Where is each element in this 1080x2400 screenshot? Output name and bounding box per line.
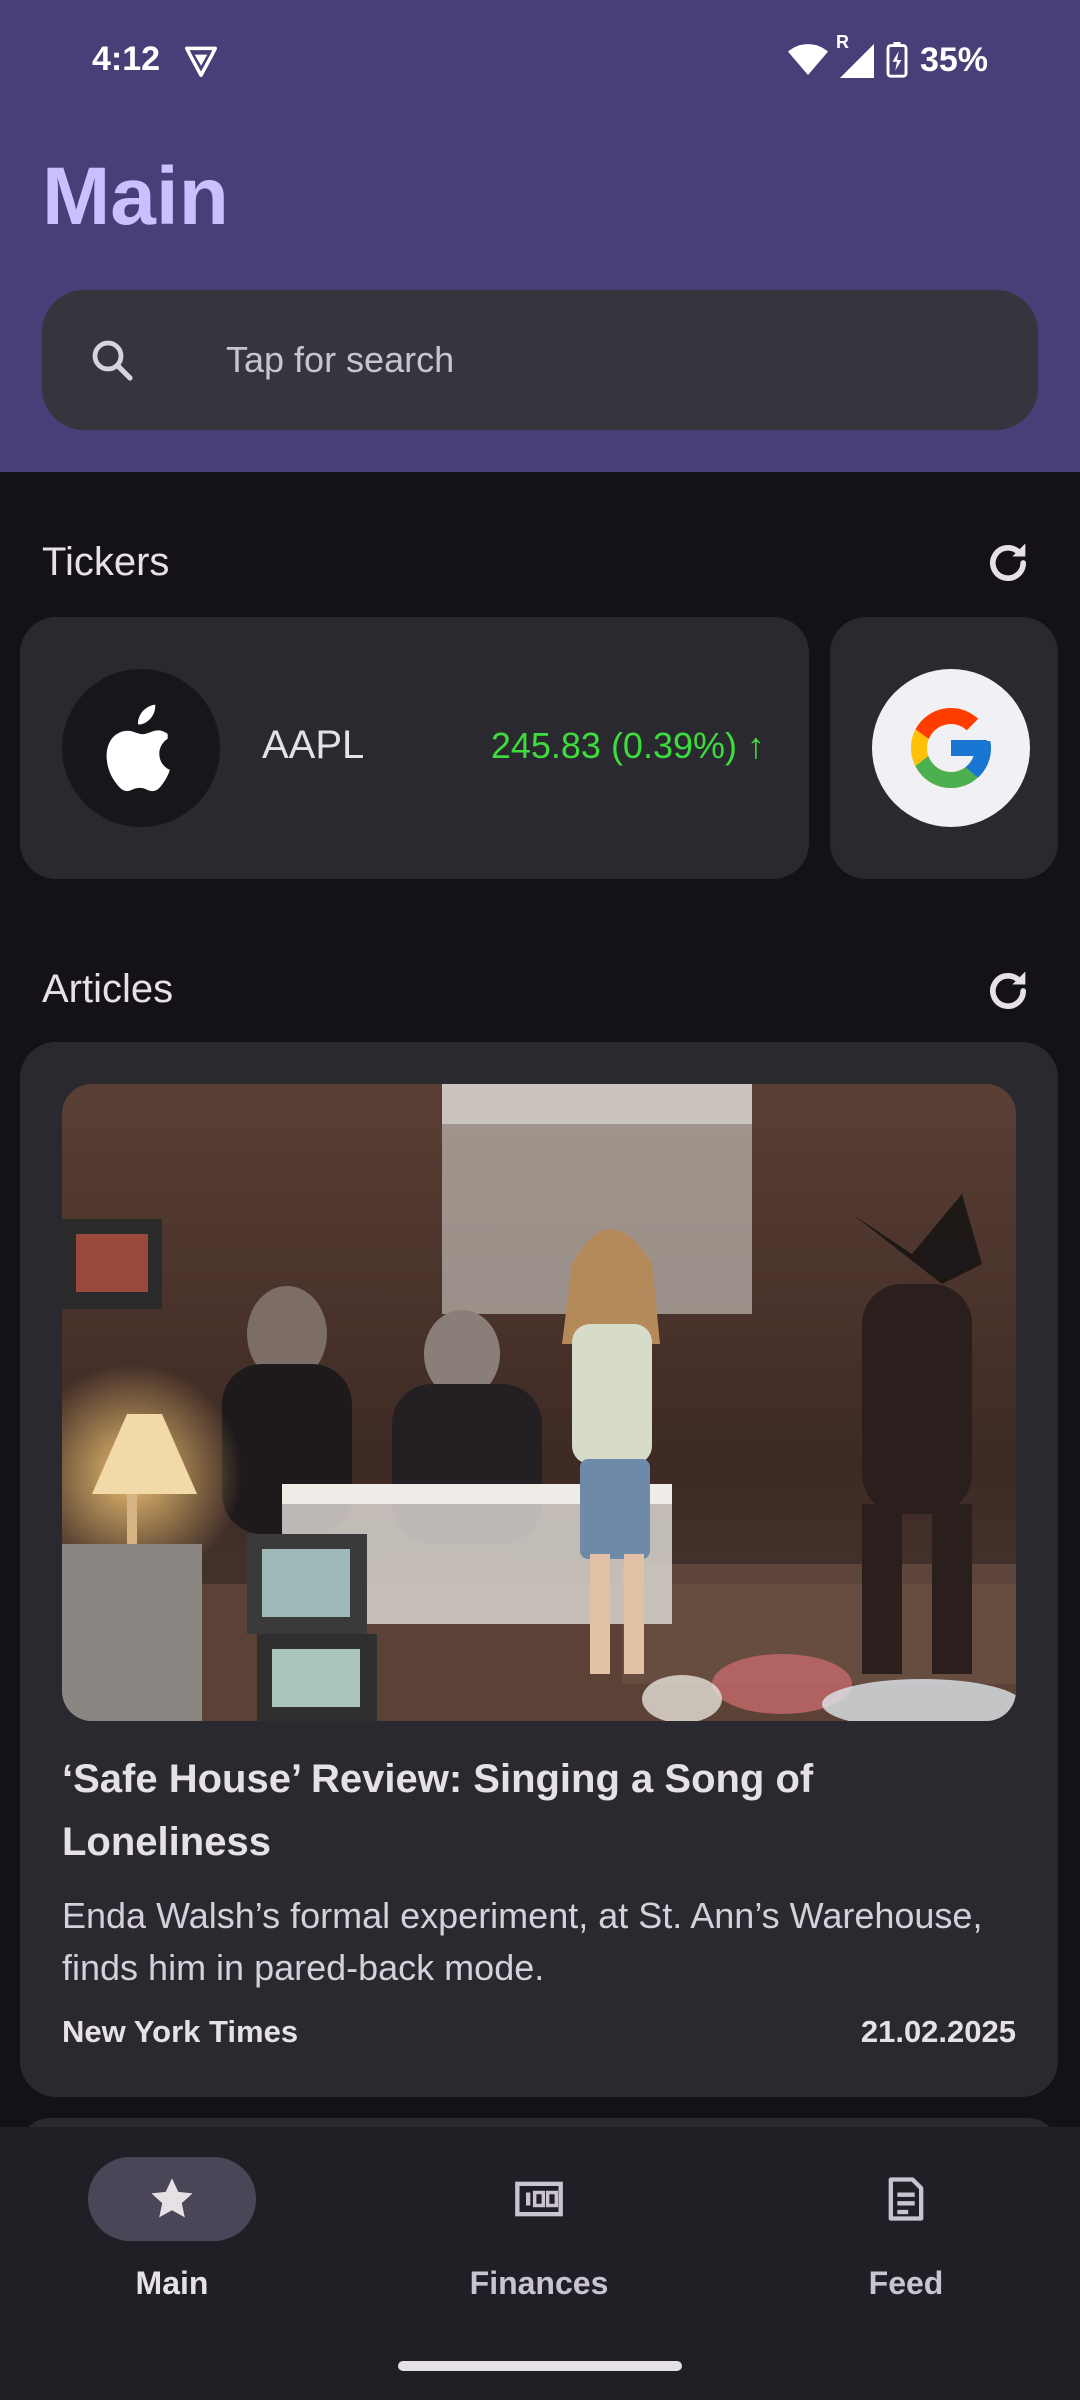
- tickers-section-title: Tickers: [42, 540, 170, 584]
- article-description: Enda Walsh’s formal experiment, at St. A…: [62, 1895, 983, 1988]
- nav-label-feed: Feed: [868, 2265, 944, 2301]
- apple-logo: [62, 669, 220, 827]
- nav-item-feed[interactable]: Feed: [776, 2157, 1036, 2307]
- article-card[interactable]: ‘Safe House’ Review: Singing a Song of L…: [20, 1042, 1058, 2097]
- google-logo: [872, 669, 1030, 827]
- star-icon: [151, 2178, 193, 2218]
- articles-section-title: Articles: [42, 967, 174, 1011]
- search-bar[interactable]: [42, 290, 1038, 430]
- banknote-icon: [515, 2181, 563, 2217]
- ticker-price-change: 245.83 (0.39%) ↑: [490, 725, 765, 766]
- ticker-symbol: AAPL: [262, 723, 365, 767]
- nav-item-finances[interactable]: Finances: [409, 2157, 669, 2307]
- article-source: New York Times: [62, 2014, 299, 2049]
- ticker-card-aapl[interactable]: AAPL 245.83 (0.39%) ↑: [20, 617, 809, 879]
- article-title: ‘Safe House’ Review: Singing a Song of L…: [62, 1757, 814, 1864]
- battery-charging-icon: [886, 42, 908, 78]
- refresh-tickers-icon[interactable]: [982, 537, 1034, 589]
- refresh-articles-icon[interactable]: [982, 965, 1034, 1017]
- vpn-shield-icon: [185, 46, 217, 77]
- search-icon: [92, 340, 133, 381]
- article-icon: [888, 2177, 924, 2221]
- nav-label-main: Main: [135, 2265, 209, 2301]
- battery-percent: 35%: [919, 40, 988, 79]
- page-title: Main: [42, 151, 229, 242]
- status-bar: 4:12 R 35%: [0, 0, 1080, 120]
- article-image: [62, 1084, 1016, 1721]
- status-time: 4:12: [92, 40, 161, 78]
- ticker-card-googl[interactable]: [830, 617, 1058, 879]
- top-app-bar: 4:12 R 35% Main: [0, 0, 1080, 472]
- article-date: 21.02.2025: [860, 2014, 1016, 2049]
- home-indicator[interactable]: [398, 2361, 682, 2371]
- nav-label-finances: Finances: [469, 2265, 609, 2301]
- roaming-indicator: R: [835, 32, 849, 52]
- bottom-navigation: Main Finances Feed: [0, 2127, 1080, 2400]
- nav-item-main[interactable]: Main: [42, 2157, 302, 2307]
- search-input[interactable]: [226, 330, 986, 390]
- signal-icon: R: [836, 32, 874, 78]
- status-icons: R 35%: [787, 32, 988, 82]
- wifi-icon: [787, 44, 828, 75]
